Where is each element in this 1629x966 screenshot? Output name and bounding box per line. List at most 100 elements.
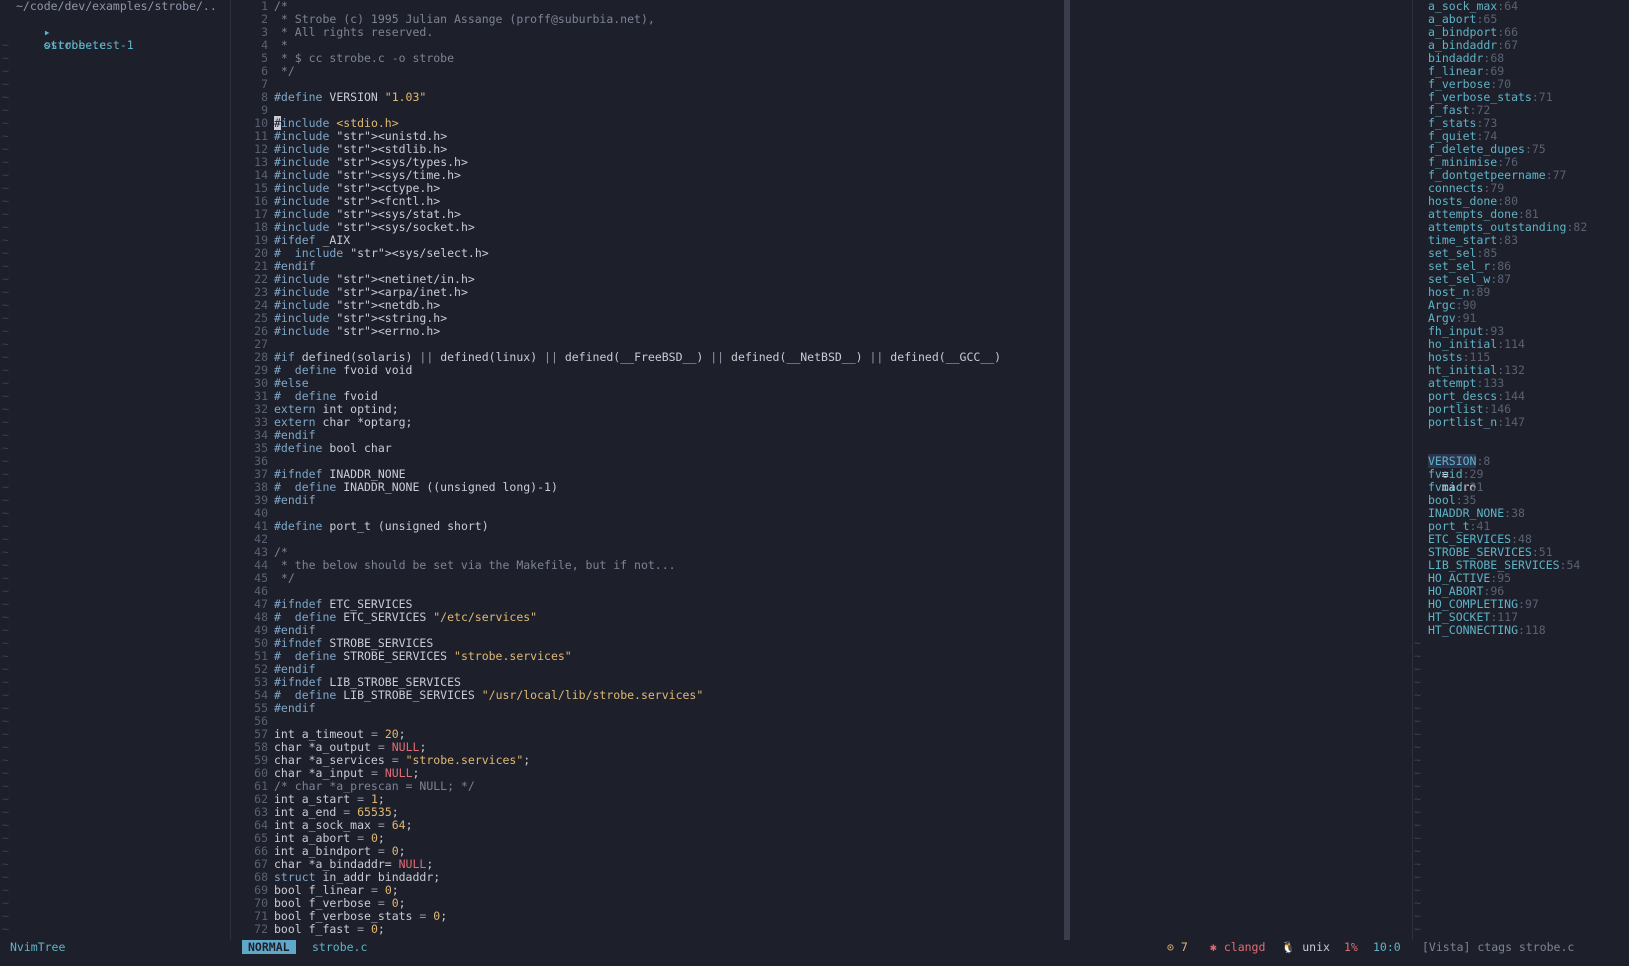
code-line[interactable]: 64 int a_sock_max = 64;: [232, 819, 1411, 832]
empty-line-tilde: ~: [2, 883, 9, 897]
tag-name: bindaddr: [1428, 51, 1484, 65]
empty-line-tilde: ~: [2, 272, 9, 286]
mode-indicator: NORMAL: [242, 940, 296, 954]
code-line[interactable]: 42: [232, 533, 1411, 546]
empty-line-tilde: ~: [2, 311, 9, 325]
code-line[interactable]: 8 #define VERSION "1.03": [232, 91, 1411, 104]
text-cursor: #: [274, 116, 281, 130]
empty-line-tilde: ~: [2, 454, 9, 468]
code-line[interactable]: 69 bool f_linear = 0;: [232, 884, 1411, 897]
empty-line-tilde: ~: [2, 428, 9, 442]
code-line[interactable]: 62 int a_start = 1;: [232, 793, 1411, 806]
code-line[interactable]: 45 */: [232, 572, 1411, 585]
empty-line-tilde: ~: [2, 467, 9, 481]
command-line[interactable]: [0, 954, 1629, 966]
code-line[interactable]: 68 struct in_addr bindaddr;: [232, 871, 1411, 884]
empty-line-tilde: ~: [2, 545, 9, 559]
code-line[interactable]: 26 #include "str"><errno.h>: [232, 325, 1411, 338]
file-tree-pane[interactable]: ~/code/dev/examples/strobe/.. ▸ strobe-t…: [0, 0, 229, 940]
empty-line-tilde: ~: [2, 493, 9, 507]
empty-line-tilde: ~: [2, 688, 9, 702]
tag-name: f_linear: [1428, 64, 1484, 78]
tag-name: hosts: [1428, 350, 1463, 364]
tag-name: HT_SOCKET: [1428, 610, 1491, 624]
diagnostics-count[interactable]: ⊙ 7: [1167, 940, 1188, 954]
tag-name: ht_initial: [1428, 363, 1498, 377]
empty-line-tilde: ~: [1414, 714, 1421, 728]
vista-macro-list[interactable]: VERSION:8 fvoid:29 fvoid:31 bool:35 INADDR_N…: [1414, 454, 1629, 637]
code-line[interactable]: 65 int a_abort = 0;: [232, 832, 1411, 845]
code-editor-pane[interactable]: 1/* 2 * Strobe (c) 1995 Julian Assange (p…: [232, 0, 1411, 940]
code-lines[interactable]: 1/* 2 * Strobe (c) 1995 Julian Assange (p…: [232, 0, 1411, 936]
code-line[interactable]: 54 # define LIB_STROBE_SERVICES "/usr/loc…: [232, 689, 1411, 702]
tag-name: hosts_done: [1428, 194, 1498, 208]
code-line[interactable]: 44 * the below should be set via the Mak…: [232, 559, 1411, 572]
code-line[interactable]: 41 #define port_t (unsigned short): [232, 520, 1411, 533]
tag-line: :93: [1483, 324, 1505, 338]
empty-line-tilde: ~: [2, 350, 9, 364]
tag-line: :95: [1490, 571, 1512, 585]
code-line[interactable]: 3 * All rights reserved.: [232, 26, 1411, 39]
code-line[interactable]: 56: [232, 715, 1411, 728]
empty-line-tilde: ~: [2, 571, 9, 585]
line-text: # include "str"><sys/select.h>: [274, 246, 489, 260]
code-line[interactable]: 33 extern char *optarg;: [232, 416, 1411, 429]
empty-line-tilde: ~: [1414, 805, 1421, 819]
code-line[interactable]: 55 #endif: [232, 702, 1411, 715]
code-line[interactable]: 31 # define fvoid: [232, 390, 1411, 403]
code-line[interactable]: 20 # include "str"><sys/select.h>: [232, 247, 1411, 260]
tag-line: :74: [1476, 129, 1498, 143]
tree-item-folder[interactable]: ▸ strobe-test-1: [0, 13, 229, 52]
empty-line-tilde: ~: [2, 727, 9, 741]
empty-line-tilde: ~: [2, 363, 9, 377]
line-text: int a_bindport = 0;: [274, 844, 406, 858]
empty-line-tilde: ~: [2, 922, 9, 936]
line-text: #endif: [274, 493, 316, 507]
tag-line: :71: [1531, 90, 1553, 104]
code-line[interactable]: 30 #else: [232, 377, 1411, 390]
code-line[interactable]: 6 */: [232, 65, 1411, 78]
tag-line: :48: [1511, 532, 1532, 546]
tag-line: :91: [1455, 311, 1477, 325]
code-line[interactable]: 48 # define ETC_SERVICES "/etc/services": [232, 611, 1411, 624]
line-text: # define INADDR_NONE ((unsigned long)-1): [274, 480, 558, 494]
code-line[interactable]: 39 #endif: [232, 494, 1411, 507]
code-line[interactable]: 71 bool f_verbose_stats = 0;: [232, 910, 1411, 923]
empty-line-tilde: ~: [2, 740, 9, 754]
empty-line-tilde: ~: [2, 610, 9, 624]
vista-variable-list[interactable]: a_sock_max:64 a_abort:65 a_bindport:66 a_bi…: [1414, 0, 1629, 429]
line-text: #ifndef STROBE_SERVICES: [274, 636, 434, 650]
empty-line-tilde: ~: [1414, 649, 1421, 663]
empty-line-tilde: ~: [2, 51, 9, 65]
line-text: #ifdef _AIX: [274, 233, 351, 247]
line-text: #endif: [274, 428, 316, 442]
tag-name: fvoid: [1428, 480, 1463, 494]
line-text: #include "str"><sys/time.h>: [274, 168, 461, 182]
line-text: #include "str"><unistd.h>: [274, 129, 448, 143]
code-line[interactable]: 72 bool f_fast = 0;: [232, 923, 1411, 936]
line-text: #else: [274, 376, 309, 390]
line-text: */: [274, 64, 295, 78]
tag-line: :89: [1469, 285, 1491, 299]
vista-tag-item[interactable]: portlist_n:147: [1414, 416, 1629, 429]
empty-line-tilde: ~: [2, 90, 9, 104]
code-line[interactable]: 18 #include "str"><sys/socket.h>: [232, 221, 1411, 234]
tag-name: f_dontgetpeername: [1428, 168, 1546, 182]
code-line[interactable]: 9: [232, 104, 1411, 117]
tag-line: :8: [1476, 454, 1491, 468]
empty-line-tilde: ~: [2, 597, 9, 611]
code-line[interactable]: 5 * $ cc strobe.c -o strobe: [232, 52, 1411, 65]
code-line[interactable]: 35 #define bool char: [232, 442, 1411, 455]
code-line[interactable]: 34 #endif: [232, 429, 1411, 442]
tag-line: :69: [1483, 64, 1505, 78]
code-line[interactable]: 51 # define STROBE_SERVICES "strobe.servi…: [232, 650, 1411, 663]
code-line[interactable]: 29 # define fvoid void: [232, 364, 1411, 377]
empty-line-tilde: ~: [1414, 701, 1421, 715]
status-filename: strobe.c: [312, 940, 368, 954]
vista-tag-item[interactable]: HT_CONNECTING:118: [1414, 624, 1629, 637]
code-line[interactable]: 36: [232, 455, 1411, 468]
code-line[interactable]: 61/* char *a_prescan = NULL; */: [232, 780, 1411, 793]
vista-outline-pane[interactable]: a_sock_max:64 a_abort:65 a_bindport:66 a_bi…: [1414, 0, 1629, 940]
line-text: * All rights reserved.: [274, 25, 434, 39]
code-line[interactable]: 38 # define INADDR_NONE ((unsigned long)-…: [232, 481, 1411, 494]
